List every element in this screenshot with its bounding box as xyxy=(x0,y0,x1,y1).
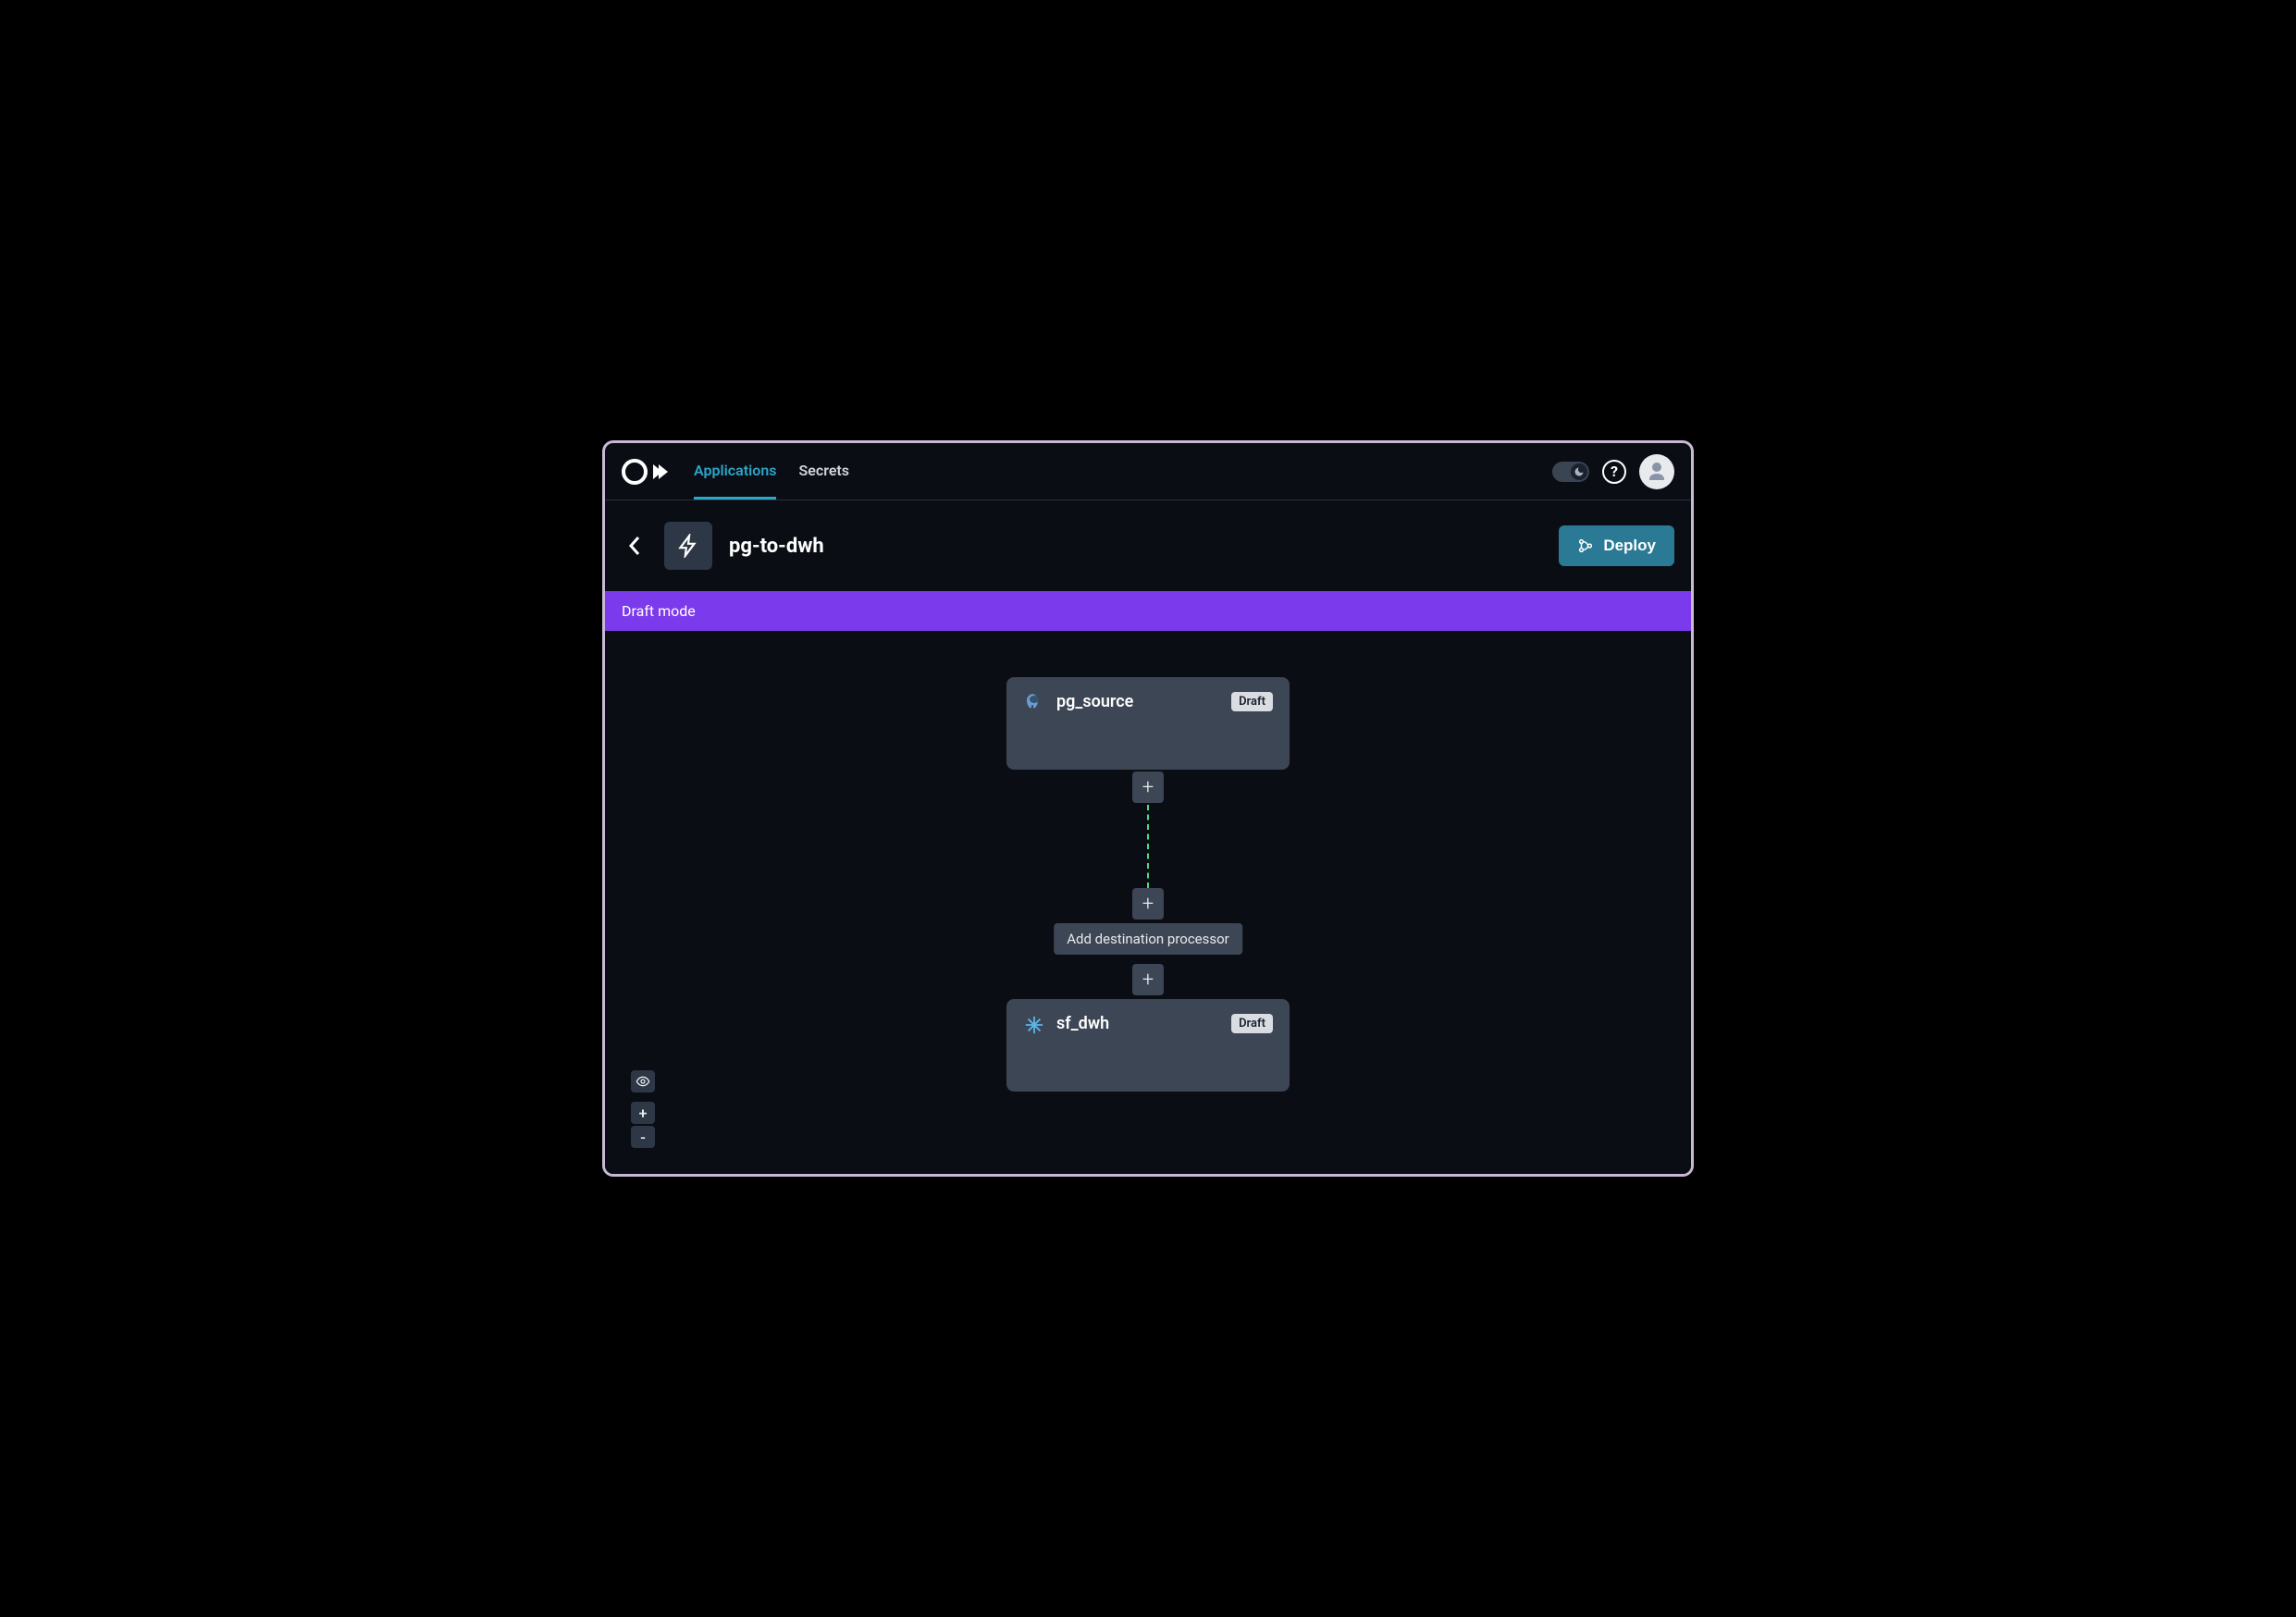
chevron-left-icon xyxy=(628,536,641,556)
theme-toggle[interactable] xyxy=(1552,462,1589,482)
logo[interactable] xyxy=(622,459,668,485)
avatar[interactable] xyxy=(1639,454,1674,489)
user-icon xyxy=(1646,461,1668,483)
node-destination-badge: Draft xyxy=(1231,1014,1273,1033)
deploy-icon xyxy=(1577,537,1594,554)
subheader: pg-to-dwh Deploy xyxy=(605,500,1691,591)
flow-canvas[interactable]: pg_source Draft + + Add destination proc… xyxy=(605,631,1691,1174)
node-source[interactable]: pg_source Draft xyxy=(1006,677,1290,770)
connector-line xyxy=(1147,805,1149,888)
node-source-label: pg_source xyxy=(1056,692,1220,711)
add-processor-button-2[interactable]: + xyxy=(1132,888,1164,920)
tab-applications[interactable]: Applications xyxy=(694,443,776,500)
app-title: pg-to-dwh xyxy=(729,535,824,558)
logo-arrows-icon xyxy=(653,464,668,479)
moon-icon xyxy=(1571,463,1587,480)
node-destination-label: sf_dwh xyxy=(1056,1014,1220,1033)
snowflake-icon xyxy=(1023,1014,1045,1036)
add-processor-button-1[interactable]: + xyxy=(1132,771,1164,803)
add-processor-tooltip: Add destination processor xyxy=(1054,923,1242,955)
deploy-label: Deploy xyxy=(1603,537,1656,555)
topbar: Applications Secrets ? xyxy=(605,443,1691,500)
question-icon: ? xyxy=(1611,463,1618,480)
app-type-icon xyxy=(664,522,712,570)
app-window: Applications Secrets ? pg-to-dwh xyxy=(602,440,1694,1177)
add-processor-button-3[interactable]: + xyxy=(1132,964,1164,995)
lightning-icon xyxy=(676,534,700,558)
postgres-icon xyxy=(1023,692,1045,714)
nav-tabs: Applications Secrets xyxy=(694,443,849,500)
draft-mode-banner: Draft mode xyxy=(605,591,1691,631)
canvas-controls: + - xyxy=(631,1070,655,1148)
eye-icon xyxy=(636,1074,650,1089)
zoom-in-button[interactable]: + xyxy=(631,1102,655,1124)
tab-secrets[interactable]: Secrets xyxy=(798,443,849,500)
help-button[interactable]: ? xyxy=(1602,460,1626,484)
topbar-right: ? xyxy=(1552,454,1674,489)
zoom-controls: + - xyxy=(631,1102,655,1148)
back-button[interactable] xyxy=(622,533,648,559)
zoom-out-button[interactable]: - xyxy=(631,1126,655,1148)
node-source-badge: Draft xyxy=(1231,692,1273,711)
node-destination[interactable]: sf_dwh Draft xyxy=(1006,999,1290,1092)
fit-view-button[interactable] xyxy=(631,1070,655,1092)
logo-circle-icon xyxy=(622,459,648,485)
deploy-button[interactable]: Deploy xyxy=(1559,525,1674,566)
